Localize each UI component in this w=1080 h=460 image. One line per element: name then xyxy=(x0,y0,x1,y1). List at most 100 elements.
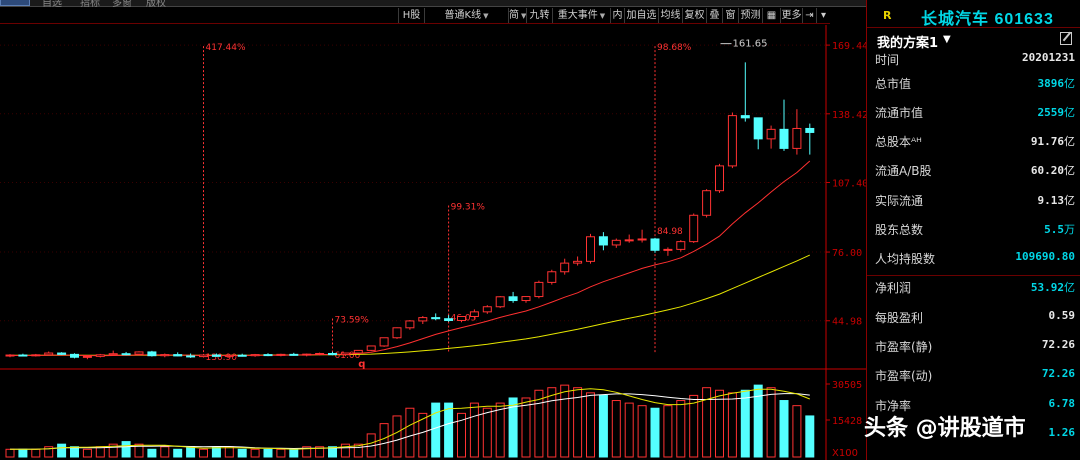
candle-body xyxy=(753,117,763,140)
candle xyxy=(5,354,15,358)
stat-value: 2559亿 xyxy=(1037,106,1076,119)
candle-body xyxy=(263,354,273,357)
candle-body xyxy=(469,311,479,317)
adjust-price-label: 复权 xyxy=(684,10,705,21)
candle xyxy=(637,229,647,243)
volume-bar xyxy=(560,384,570,458)
chart-area[interactable]: 417.44%130.9073.59%61.0699.31%46.0598.68… xyxy=(0,25,866,460)
candle xyxy=(237,353,247,357)
candle-body xyxy=(18,354,28,357)
volume-bar xyxy=(663,405,673,458)
candle xyxy=(302,353,312,357)
volume-bar xyxy=(57,443,67,458)
stat-value: 72.26 xyxy=(1041,338,1075,351)
moving-average-button[interactable]: 均线 xyxy=(658,8,682,23)
candle xyxy=(108,350,118,356)
stat-row: 人均持股数 109690.80 xyxy=(867,247,1080,269)
nine-turn-label: 九转 xyxy=(529,10,550,21)
range-label: 130.90 xyxy=(206,353,238,363)
volume-bar xyxy=(263,448,273,458)
candle xyxy=(560,258,570,275)
candle-body xyxy=(482,306,492,313)
stat-value: 20201231 xyxy=(1022,51,1075,64)
candle-body xyxy=(457,315,466,321)
candle xyxy=(740,62,750,122)
expand-icon[interactable]: ⇥ xyxy=(802,8,816,23)
volume-bar xyxy=(379,423,389,458)
volume-bar xyxy=(598,394,608,458)
candle xyxy=(676,240,686,252)
candle-body xyxy=(624,239,634,242)
major-events-select[interactable]: 重大事件 ▼ xyxy=(552,8,610,23)
volume-bar xyxy=(18,448,28,458)
forecast-button[interactable]: 预测 xyxy=(738,8,762,23)
volume-bar xyxy=(431,402,441,458)
candle-body xyxy=(598,236,608,246)
add-watchlist-button[interactable]: 加自选 xyxy=(624,8,658,23)
candle xyxy=(624,234,634,243)
price-tick-label: 44.98 xyxy=(832,317,862,328)
price-tick-label: 169.44 xyxy=(832,41,866,52)
ma-slow-line xyxy=(10,254,811,356)
stat-value: 5.5万 xyxy=(1044,223,1075,236)
stat-row: 实际流通 9.13亿 xyxy=(867,189,1080,211)
stock-name-code[interactable]: 长城汽车 601633 xyxy=(921,5,1054,29)
candle-body xyxy=(586,236,595,262)
candle xyxy=(250,353,260,357)
candle xyxy=(160,353,170,358)
volume-bar xyxy=(521,397,531,458)
stat-row: 每股盈利 0.59 xyxy=(867,306,1080,328)
volume-bar xyxy=(147,448,157,458)
candle xyxy=(689,213,699,243)
candle-body xyxy=(392,327,402,339)
candle-body xyxy=(702,190,712,216)
top-menu-selected-tab[interactable] xyxy=(0,0,30,6)
stat-value: 53.92亿 xyxy=(1030,281,1075,294)
candle-body xyxy=(340,352,350,356)
volume-bar xyxy=(160,446,170,458)
candle-body xyxy=(31,354,41,357)
candle xyxy=(766,125,776,149)
candle xyxy=(663,247,673,256)
range-label: 417.44% xyxy=(206,43,246,53)
simple-select[interactable]: 简 ▼ xyxy=(508,8,526,23)
moving-average-label: 均线 xyxy=(660,10,681,21)
stat-label: 实际流通 xyxy=(875,194,924,208)
volume-bars xyxy=(5,384,815,458)
candle-body xyxy=(186,355,196,358)
kline-chart-svg[interactable]: 417.44%130.9073.59%61.0699.31%46.0598.68… xyxy=(0,25,866,460)
candle xyxy=(405,320,415,330)
chevron-down-icon[interactable]: ▼ xyxy=(943,34,951,45)
h-share-button[interactable]: H股 xyxy=(398,8,424,23)
inner-button[interactable]: 内 xyxy=(610,8,624,23)
stat-value: 0.59 xyxy=(1048,309,1076,322)
chevron-down-icon[interactable]: ▾ xyxy=(816,8,830,23)
candle xyxy=(702,189,712,218)
candle xyxy=(495,296,505,309)
overlay-button[interactable]: 叠 xyxy=(706,8,722,23)
volume-bar xyxy=(250,448,260,458)
candle xyxy=(44,351,54,356)
nine-turn-button[interactable]: 九转 xyxy=(526,8,552,23)
kline-type-select[interactable]: 普通K线 ▼ xyxy=(424,8,508,23)
grid-icon-button[interactable]: ▦ xyxy=(762,8,780,23)
candle xyxy=(573,256,583,266)
chevron-down-icon: ▼ xyxy=(599,12,606,20)
more-button[interactable]: 更多 xyxy=(780,8,802,23)
adjust-price-button[interactable]: 复权 xyxy=(682,8,706,23)
candle xyxy=(805,123,815,155)
volume-bar xyxy=(482,407,492,458)
stat-row: 总股本ᴬᴴ 91.76亿 xyxy=(867,130,1080,152)
window-button[interactable]: 窗 xyxy=(722,8,738,23)
candle-body xyxy=(521,296,531,302)
candle xyxy=(482,305,492,314)
overlay-label: 叠 xyxy=(709,10,720,21)
stat-value: 6.78 xyxy=(1048,397,1076,410)
candle xyxy=(650,237,660,253)
kline-type-label: 普通K线 xyxy=(444,10,482,21)
edit-icon[interactable] xyxy=(1060,32,1072,45)
candle-body xyxy=(637,238,647,241)
candle-body xyxy=(650,238,660,251)
volume-bar xyxy=(469,402,479,458)
window-label: 窗 xyxy=(725,10,736,21)
